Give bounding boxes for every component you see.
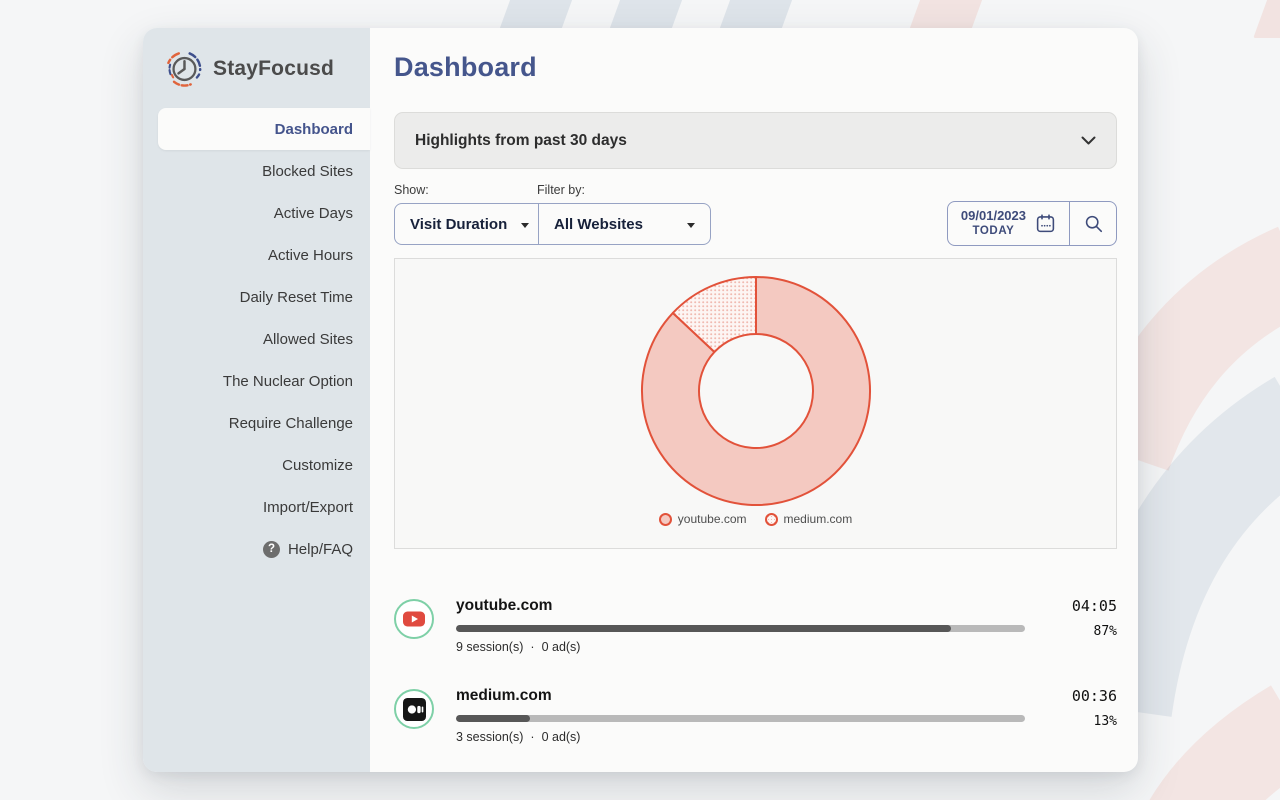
filter-by-label: Filter by: [537,183,585,197]
site-stats: 04:05 87% [1047,597,1117,654]
chart-panel: youtube.com medium.com [394,258,1117,549]
sidebar-item-nuclear-option[interactable]: The Nuclear Option [143,360,370,402]
donut-chart [626,273,886,513]
legend-swatch-solid [659,513,672,526]
stayfocusd-logo-icon [165,50,203,88]
sidebar-item-label: Customize [282,457,353,474]
calendar-icon [1035,213,1056,234]
time-spent: 04:05 [1072,597,1117,615]
date-value: 09/01/2023 [961,208,1026,224]
sidebar-item-allowed-sites[interactable]: Allowed Sites [143,318,370,360]
time-spent: 00:36 [1072,687,1117,705]
select-group: Visit Duration All Websites [394,203,711,245]
sidebar-item-require-challenge[interactable]: Require Challenge [143,402,370,444]
site-row-youtube: youtube.com 9 session(s) · 0 ad(s) 04:05… [394,597,1117,654]
sidebar-nav: Dashboard Blocked Sites Active Days Acti… [143,108,370,570]
sidebar-item-import-export[interactable]: Import/Export [143,486,370,528]
chart-legend: youtube.com medium.com [395,512,1116,526]
sidebar-item-label: Blocked Sites [262,163,353,180]
controls-row: Visit Duration All Websites 09/01/2023 T… [394,203,1117,245]
site-stats: 00:36 13% [1047,687,1117,744]
usage-bar-fill [456,715,530,722]
sidebar-item-label: Dashboard [275,121,353,138]
show-select-value: Visit Duration [410,216,507,233]
sidebar-item-customize[interactable]: Customize [143,444,370,486]
search-icon [1084,214,1103,233]
website-filter-select[interactable]: All Websites [538,204,710,244]
site-usage-list: youtube.com 9 session(s) · 0 ad(s) 04:05… [394,597,1117,744]
brand: StayFocusd [143,28,370,106]
sidebar-item-label: Require Challenge [229,415,353,432]
legend-item-medium[interactable]: medium.com [765,512,853,526]
date-controls: 09/01/2023 TODAY [947,201,1117,246]
highlights-accordion[interactable]: Highlights from past 30 days [394,112,1117,169]
date-sublabel: TODAY [972,224,1014,238]
sidebar-item-label: Help/FAQ [288,541,353,558]
sidebar-item-label: The Nuclear Option [223,373,353,390]
app-title: StayFocusd [213,57,334,81]
sidebar-item-label: Daily Reset Time [240,289,353,306]
show-select[interactable]: Visit Duration [395,204,538,244]
usage-bar [456,625,1025,632]
date-picker-button[interactable]: 09/01/2023 TODAY [948,202,1069,245]
highlights-label: Highlights from past 30 days [415,132,627,150]
search-button[interactable] [1069,202,1116,245]
sidebar-item-label: Active Days [274,205,353,222]
show-label: Show: [394,183,537,197]
site-meta: 3 session(s) · 0 ad(s) [456,730,1025,744]
app-window: StayFocusd Dashboard Blocked Sites Activ… [143,28,1138,772]
ads-count: 0 ad(s) [542,730,581,744]
sidebar-item-help-faq[interactable]: ? Help/FAQ [143,528,370,570]
meta-separator: · [530,640,534,654]
legend-label: medium.com [784,512,853,526]
chevron-down-icon [1081,136,1096,145]
meta-separator: · [530,730,534,744]
site-meta: 9 session(s) · 0 ad(s) [456,640,1025,654]
sidebar: StayFocusd Dashboard Blocked Sites Activ… [143,28,370,772]
sidebar-item-label: Allowed Sites [263,331,353,348]
usage-bar-fill [456,625,951,632]
site-name: medium.com [456,687,1025,705]
legend-swatch-dotted [765,513,778,526]
site-row-medium: medium.com 3 session(s) · 0 ad(s) 00:36 … [394,687,1117,744]
percent-of-total: 87% [1094,624,1117,639]
sidebar-item-active-days[interactable]: Active Days [143,192,370,234]
help-icon: ? [263,541,280,558]
site-name: youtube.com [456,597,1025,615]
sidebar-item-label: Import/Export [263,499,353,516]
legend-item-youtube[interactable]: youtube.com [659,512,747,526]
website-filter-value: All Websites [554,216,643,233]
sidebar-item-dashboard[interactable]: Dashboard [158,108,370,150]
ads-count: 0 ad(s) [542,640,581,654]
filter-labels: Show: Filter by: [394,183,1117,197]
page-title: Dashboard [394,52,1117,83]
chevron-down-icon [521,223,529,228]
medium-icon [394,689,434,729]
sessions-count: 3 session(s) [456,730,523,744]
legend-label: youtube.com [678,512,747,526]
sidebar-item-daily-reset-time[interactable]: Daily Reset Time [143,276,370,318]
sidebar-item-blocked-sites[interactable]: Blocked Sites [143,150,370,192]
percent-of-total: 13% [1094,714,1117,729]
youtube-icon [394,599,434,639]
sidebar-item-active-hours[interactable]: Active Hours [143,234,370,276]
sessions-count: 9 session(s) [456,640,523,654]
deco-stripe [1253,0,1280,38]
main-content: Dashboard Highlights from past 30 days S… [370,28,1138,772]
sidebar-item-label: Active Hours [268,247,353,264]
usage-bar [456,715,1025,722]
chevron-down-icon [687,223,695,228]
